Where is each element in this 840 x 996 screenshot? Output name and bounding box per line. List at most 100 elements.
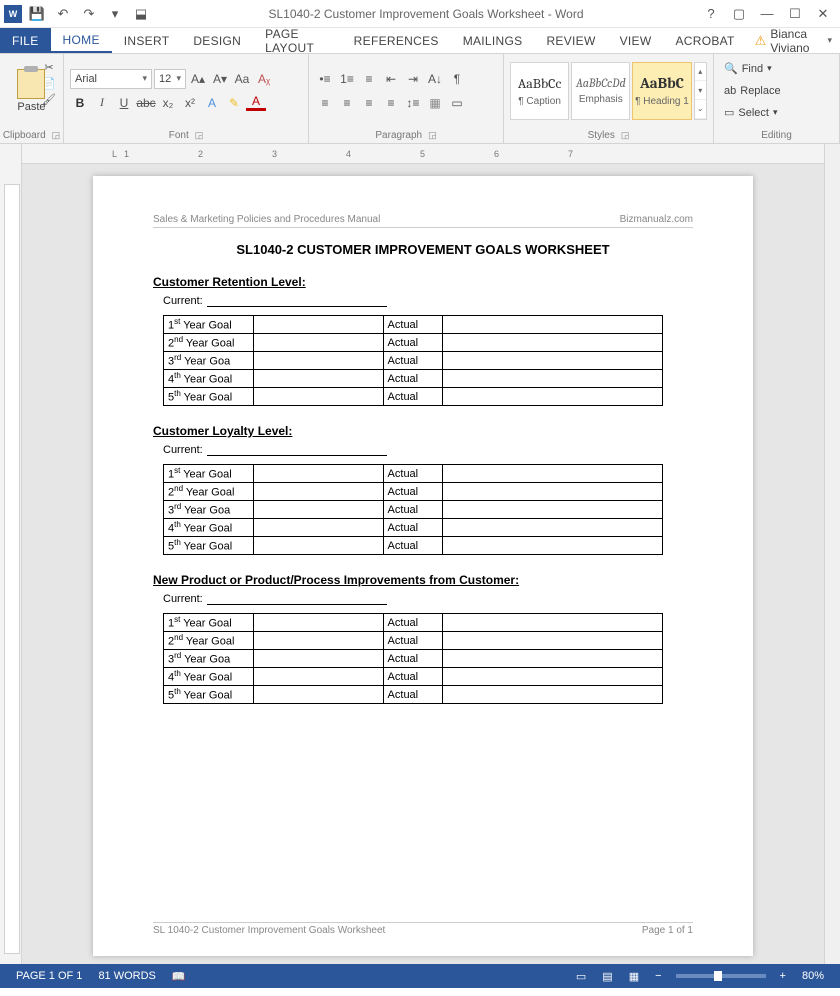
status-page[interactable]: PAGE 1 OF 1 bbox=[8, 964, 90, 988]
doc-title: SL1040-2 CUSTOMER IMPROVEMENT GOALS WORK… bbox=[153, 242, 693, 257]
align-center-icon[interactable]: ≡ bbox=[337, 93, 357, 113]
ribbon-display-icon[interactable]: ▢ bbox=[728, 3, 750, 25]
vertical-scrollbar[interactable] bbox=[824, 144, 840, 964]
current-line: Current: bbox=[163, 593, 693, 605]
zoom-slider[interactable] bbox=[676, 974, 766, 978]
minimize-icon[interactable]: — bbox=[756, 3, 778, 25]
close-icon[interactable]: ✕ bbox=[812, 3, 834, 25]
line-spacing-icon[interactable]: ↕≡ bbox=[403, 93, 423, 113]
styles-gallery-more[interactable]: ▴▾⌄ bbox=[694, 62, 707, 120]
style-caption[interactable]: AaBbCc ¶ Caption bbox=[510, 62, 569, 120]
multilevel-icon[interactable]: ≡ bbox=[359, 69, 379, 89]
borders-icon[interactable]: ▭ bbox=[447, 93, 467, 113]
dec-indent-icon[interactable]: ⇤ bbox=[381, 69, 401, 89]
style-emphasis[interactable]: AaBbCcDd Emphasis bbox=[571, 62, 630, 120]
table-row: 3rd Year GoaActual bbox=[164, 501, 663, 519]
tab-review[interactable]: REVIEW bbox=[534, 28, 607, 53]
status-bar: PAGE 1 OF 1 81 WORDS 📖 ▭ ▤ ▦ − + 80% bbox=[0, 964, 840, 988]
superscript-button[interactable]: x² bbox=[180, 93, 200, 113]
replace-button[interactable]: abReplace bbox=[724, 81, 781, 101]
shading-icon[interactable]: ▦ bbox=[425, 93, 445, 113]
redo-icon[interactable]: ↷ bbox=[78, 3, 100, 25]
current-line: Current: bbox=[163, 444, 693, 456]
touch-mode-icon[interactable]: ⬓ bbox=[130, 3, 152, 25]
paste-icon bbox=[17, 69, 45, 99]
table-row: 2nd Year GoalActual bbox=[164, 334, 663, 352]
table-row: 4th Year GoalActual bbox=[164, 519, 663, 537]
view-print-icon[interactable]: ▤ bbox=[594, 964, 620, 988]
table-row: 5th Year GoalActual bbox=[164, 388, 663, 406]
save-icon[interactable]: 💾 bbox=[26, 3, 48, 25]
status-proofing-icon[interactable]: 📖 bbox=[164, 964, 194, 988]
warning-icon: ⚠ bbox=[755, 33, 767, 49]
highlight-icon[interactable]: ✎ bbox=[224, 93, 244, 113]
style-heading-1[interactable]: AaBbC ¶ Heading 1 bbox=[632, 62, 691, 120]
italic-button[interactable]: I bbox=[92, 93, 112, 113]
document-canvas[interactable]: Sales & Marketing Policies and Procedure… bbox=[22, 164, 824, 964]
tab-acrobat[interactable]: ACROBAT bbox=[663, 28, 746, 53]
font-dialog-launcher[interactable]: ◲ bbox=[195, 130, 204, 141]
qat-customize-icon[interactable]: ▾ bbox=[104, 3, 126, 25]
tab-design[interactable]: DESIGN bbox=[181, 28, 253, 53]
goal-table: 1st Year GoalActual2nd Year GoalActual3r… bbox=[163, 315, 663, 406]
goal-table: 1st Year GoalActual2nd Year GoalActual3r… bbox=[163, 613, 663, 704]
zoom-in-button[interactable]: + bbox=[772, 964, 794, 988]
status-words[interactable]: 81 WORDS bbox=[90, 964, 163, 988]
section-heading: New Product or Product/Process Improveme… bbox=[153, 573, 693, 587]
shrink-font-icon[interactable]: A▾ bbox=[210, 69, 230, 89]
tab-file[interactable]: FILE bbox=[0, 28, 51, 53]
group-editing: 🔍Find▾ abReplace ▭Select▾ Editing bbox=[714, 54, 840, 143]
bold-button[interactable]: B bbox=[70, 93, 90, 113]
page[interactable]: Sales & Marketing Policies and Procedure… bbox=[93, 176, 753, 956]
clear-format-icon[interactable]: Aᵪ bbox=[254, 69, 274, 89]
view-read-icon[interactable]: ▭ bbox=[568, 964, 594, 988]
section-heading: Customer Loyalty Level: bbox=[153, 424, 693, 438]
find-icon: 🔍 bbox=[724, 62, 738, 75]
grow-font-icon[interactable]: A▴ bbox=[188, 69, 208, 89]
doc-footer-left: SL 1040-2 Customer Improvement Goals Wor… bbox=[153, 925, 385, 936]
underline-button[interactable]: U bbox=[114, 93, 134, 113]
help-icon[interactable]: ? bbox=[700, 3, 722, 25]
align-right-icon[interactable]: ≡ bbox=[359, 93, 379, 113]
view-web-icon[interactable]: ▦ bbox=[621, 964, 647, 988]
replace-icon: ab bbox=[724, 85, 736, 97]
account-button[interactable]: ⚠ Bianca Viviano ▾ bbox=[747, 28, 840, 53]
clipboard-dialog-launcher[interactable]: ◲ bbox=[52, 130, 61, 141]
strike-button[interactable]: abc bbox=[136, 93, 156, 113]
paragraph-dialog-launcher[interactable]: ◲ bbox=[428, 130, 437, 141]
select-button[interactable]: ▭Select▾ bbox=[724, 103, 778, 123]
show-marks-icon[interactable]: ¶ bbox=[447, 69, 467, 89]
tab-mailings[interactable]: MAILINGS bbox=[451, 28, 535, 53]
horizontal-ruler[interactable]: L 1 2 3 4 5 6 7 bbox=[22, 144, 824, 164]
font-name-combo[interactable]: Arial▾ bbox=[70, 69, 152, 89]
styles-dialog-launcher[interactable]: ◲ bbox=[621, 130, 630, 141]
justify-icon[interactable]: ≡ bbox=[381, 93, 401, 113]
inc-indent-icon[interactable]: ⇥ bbox=[403, 69, 423, 89]
subscript-button[interactable]: x₂ bbox=[158, 93, 178, 113]
find-button[interactable]: 🔍Find▾ bbox=[724, 59, 772, 79]
font-color-icon[interactable]: A bbox=[246, 94, 266, 111]
numbering-icon[interactable]: 1≡ bbox=[337, 69, 357, 89]
font-size-combo[interactable]: 12▾ bbox=[154, 69, 186, 89]
word-app-icon: W bbox=[4, 5, 22, 23]
undo-icon[interactable]: ↶ bbox=[52, 3, 74, 25]
bullets-icon[interactable]: •≡ bbox=[315, 69, 335, 89]
table-row: 2nd Year GoalActual bbox=[164, 632, 663, 650]
group-paragraph: •≡ 1≡ ≡ ⇤ ⇥ A↓ ¶ ≡ ≡ ≡ ≡ ↕≡ ▦ ▭ Paragrap… bbox=[309, 54, 504, 143]
tab-page-layout[interactable]: PAGE LAYOUT bbox=[253, 28, 342, 53]
sort-icon[interactable]: A↓ bbox=[425, 69, 445, 89]
tab-home[interactable]: HOME bbox=[51, 28, 112, 53]
zoom-out-button[interactable]: − bbox=[647, 964, 669, 988]
tab-insert[interactable]: INSERT bbox=[112, 28, 182, 53]
ribbon: ✂ 📄 🖌 Paste Clipboard◲ Arial▾ 12▾ A▴ A▾ … bbox=[0, 54, 840, 144]
table-row: 4th Year GoalActual bbox=[164, 668, 663, 686]
ribbon-tabs: FILE HOME INSERT DESIGN PAGE LAYOUT REFE… bbox=[0, 28, 840, 54]
maximize-icon[interactable]: ☐ bbox=[784, 3, 806, 25]
vertical-ruler[interactable] bbox=[0, 144, 22, 964]
text-effects-icon[interactable]: A bbox=[202, 93, 222, 113]
align-left-icon[interactable]: ≡ bbox=[315, 93, 335, 113]
tab-view[interactable]: VIEW bbox=[608, 28, 664, 53]
tab-references[interactable]: REFERENCES bbox=[342, 28, 451, 53]
zoom-level[interactable]: 80% bbox=[794, 964, 832, 988]
change-case-icon[interactable]: Aa bbox=[232, 69, 252, 89]
